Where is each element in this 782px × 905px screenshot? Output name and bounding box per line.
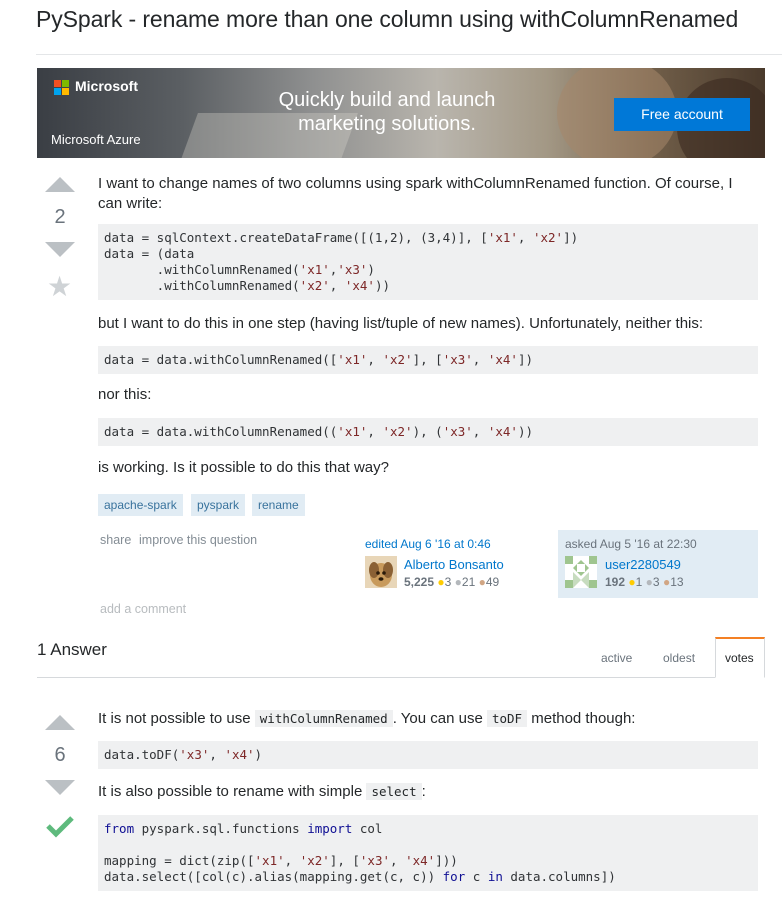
accepted-check-icon: [46, 814, 74, 843]
add-comment-link[interactable]: add a comment: [100, 602, 186, 616]
question-text-line: I want to change names of two columns us…: [98, 175, 733, 192]
editor-reputation: 5,225 ●3 ●21 ●49: [404, 575, 500, 589]
asker-avatar[interactable]: [565, 556, 597, 588]
question-paragraph: I want to change names of two columns us…: [98, 174, 758, 214]
ad-product: Microsoft Azure: [51, 132, 141, 147]
edited-timestamp[interactable]: edited Aug 6 '16 at 0:46: [365, 537, 491, 551]
ad-brand: Microsoft: [75, 78, 138, 94]
ad-headline-line: Quickly build and launch: [278, 89, 496, 111]
upvote-icon[interactable]: [45, 177, 75, 192]
answer-downvote-icon[interactable]: [45, 780, 75, 795]
tab-votes[interactable]: votes: [725, 651, 754, 665]
code-block: from pyspark.sql.functions import col ma…: [98, 815, 758, 891]
title-divider: [36, 54, 782, 55]
improve-question-link[interactable]: improve this question: [139, 533, 257, 547]
microsoft-logo-icon: [54, 80, 69, 95]
answer-upvote-icon[interactable]: [45, 715, 75, 730]
editor-avatar[interactable]: [365, 556, 397, 588]
code-block: data.toDF('x3', 'x4'): [98, 741, 758, 769]
tab-oldest[interactable]: oldest: [663, 651, 695, 665]
ad-headline-line: marketing solutions.: [298, 113, 476, 135]
favorite-star-icon[interactable]: ★: [47, 273, 72, 301]
answer-paragraph: It is also possible to rename with simpl…: [98, 783, 426, 800]
answer-vote-count: 6: [54, 744, 66, 766]
ad-headline: Quickly build and launch marketing solut…: [257, 88, 517, 136]
downvote-icon[interactable]: [45, 242, 75, 257]
answers-tabs-divider: [37, 677, 765, 678]
code-block: data = sqlContext.createDataFrame([(1,2)…: [98, 224, 758, 300]
inline-code: toDF: [486, 710, 528, 727]
question-paragraph: is working. Is it possible to do this th…: [98, 459, 389, 476]
tab-active[interactable]: active: [601, 651, 632, 665]
ad-banner[interactable]: Microsoft Microsoft Azure Quickly build …: [37, 68, 765, 158]
code-block: data = data.withColumnRenamed(('x1', 'x2…: [98, 418, 758, 446]
free-account-button[interactable]: Free account: [614, 98, 750, 131]
asker-reputation: 192 ●1 ●3 ●13: [605, 575, 684, 589]
answers-count-header: 1 Answer: [37, 640, 107, 659]
asker-name[interactable]: user2280549: [605, 557, 681, 572]
inline-code: withColumnRenamed: [254, 710, 393, 727]
editor-name[interactable]: Alberto Bonsanto: [404, 557, 504, 572]
question-text-line: can write:: [98, 195, 163, 212]
tag-pyspark[interactable]: pyspark: [191, 494, 246, 516]
code-block: data = data.withColumnRenamed(['x1', 'x2…: [98, 346, 758, 374]
question-vote-count: 2: [54, 206, 66, 228]
question-paragraph: but I want to do this in one step (havin…: [98, 315, 704, 332]
tag-rename[interactable]: rename: [252, 494, 305, 516]
asked-timestamp: asked Aug 5 '16 at 22:30: [565, 537, 697, 551]
tag-apache-spark[interactable]: apache-spark: [98, 494, 183, 516]
inline-code: select: [366, 783, 422, 800]
question-paragraph: nor this:: [98, 386, 152, 403]
answer-paragraph: It is not possible to use withColumnRena…: [98, 710, 636, 727]
question-title[interactable]: PySpark - rename more than one column us…: [36, 6, 738, 33]
share-link[interactable]: share: [100, 533, 131, 547]
